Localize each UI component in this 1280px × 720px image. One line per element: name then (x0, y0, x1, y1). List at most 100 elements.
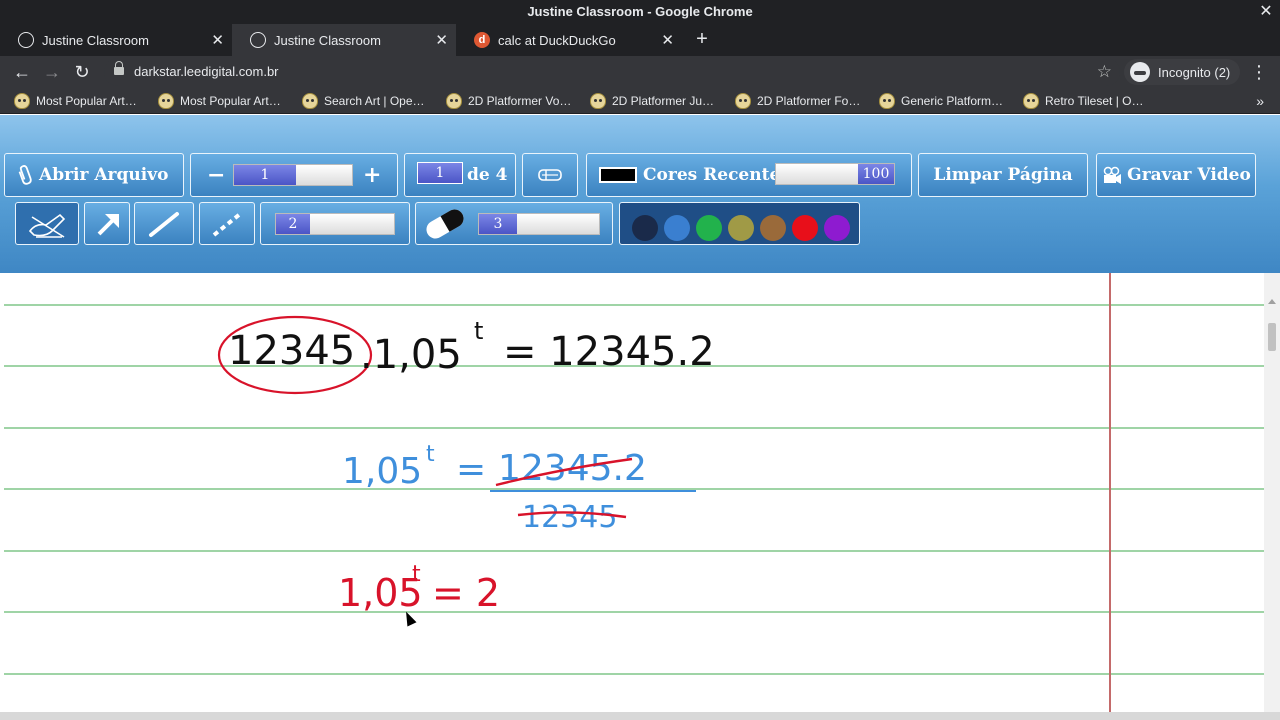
incognito-button[interactable]: Incognito (2) (1124, 59, 1241, 85)
page-current-value: 1 (418, 163, 462, 183)
whiteboard-canvas[interactable]: 12345 .1,05 t = 12345.2 1,05 t = 12345.2… (0, 273, 1264, 712)
zoom-value: 1 (234, 165, 296, 185)
palette-color-swatch[interactable] (728, 215, 754, 241)
vertical-scrollbar[interactable] (1264, 273, 1280, 712)
tab-label: Justine Classroom (42, 32, 149, 48)
incognito-label: Incognito (2) (1158, 64, 1231, 80)
tab-close-icon[interactable]: ✕ (435, 31, 448, 49)
duckduckgo-icon: d (474, 32, 490, 48)
record-video-label: Gravar Video (1127, 165, 1251, 185)
clear-page-label: Limpar Página (933, 165, 1073, 185)
palette-color-swatch[interactable] (792, 215, 818, 241)
bookmark-label: 2D Platformer Fo… (757, 94, 861, 108)
recent-colors-label: Cores Recentes (643, 165, 790, 185)
page-selector: 1 de 4 (404, 153, 516, 197)
eq2-equals: = (456, 449, 486, 490)
arrow-tool-button[interactable] (84, 202, 130, 245)
eq2-exponent: t (426, 442, 435, 467)
zoom-in-button[interactable]: + (363, 162, 381, 188)
bookmarks-overflow-icon[interactable]: » (1256, 88, 1264, 114)
bookmark-item[interactable]: Search Art | Ope… (302, 88, 425, 114)
palette-color-swatch[interactable] (760, 215, 786, 241)
line-tool-button[interactable] (134, 202, 194, 245)
horizontal-scrollbar[interactable] (0, 712, 1280, 720)
bookmark-item[interactable]: Most Popular Art… (158, 88, 281, 114)
eraser-pill-icon[interactable] (420, 204, 470, 244)
bookmark-item[interactable]: Most Popular Art… (14, 88, 137, 114)
browser-toolbar: ← → ↻ darkstar.leedigital.com.br ☆ Incog… (0, 56, 1280, 88)
skull-icon (158, 93, 174, 109)
eq2-denominator: 12345 (522, 500, 617, 535)
scroll-thumb[interactable] (1268, 323, 1276, 351)
skull-icon (735, 93, 751, 109)
window-close-icon[interactable]: ✕ (1256, 0, 1276, 24)
tab-label: calc at DuckDuckGo (498, 32, 616, 48)
pen-size-slider[interactable]: 2 (275, 213, 395, 235)
palette-color-swatch[interactable] (824, 215, 850, 241)
palette-color-swatch[interactable] (696, 215, 722, 241)
opacity-slider[interactable]: 100 (775, 163, 895, 185)
incognito-icon (1130, 62, 1150, 82)
page-total-label: de 4 (467, 165, 508, 185)
zoom-slider[interactable]: 1 (233, 164, 353, 186)
back-icon[interactable]: ← (10, 60, 34, 84)
open-file-button[interactable]: Abrir Arquivo (4, 153, 184, 197)
clear-page-button[interactable]: Limpar Página (918, 153, 1088, 197)
opacity-value: 100 (858, 164, 894, 184)
globe-icon (250, 32, 266, 48)
skull-icon (446, 93, 462, 109)
bookmark-item[interactable]: 2D Platformer Vo… (446, 88, 571, 114)
bookmark-label: 2D Platformer Vo… (468, 94, 572, 108)
eraser-size-slider[interactable]: 3 (478, 213, 600, 235)
bookmark-star-icon[interactable]: ☆ (1097, 58, 1112, 86)
skull-icon (879, 93, 895, 109)
bookmark-item[interactable]: 2D Platformer Ju… (590, 88, 714, 114)
pen-size-value: 2 (276, 214, 310, 234)
current-color-swatch[interactable] (599, 167, 637, 183)
bookmark-item[interactable]: Generic Platform… (879, 88, 1003, 114)
eq2-base: 1,05 (342, 451, 422, 492)
zoom-out-button[interactable]: − (207, 162, 225, 188)
eraser-size-control: 3 (415, 202, 613, 245)
bookmark-item[interactable]: 2D Platformer Fo… (735, 88, 860, 114)
bookmark-item[interactable]: Retro Tileset | O… (1023, 88, 1143, 114)
bookmark-label: Generic Platform… (901, 94, 1004, 108)
bookmark-label: 2D Platformer Ju… (612, 94, 715, 108)
tab-justine-2[interactable]: Justine Classroom ✕ (232, 24, 456, 56)
tab-close-icon[interactable]: ✕ (211, 31, 224, 49)
arrow-up-right-icon (97, 214, 119, 236)
eq1-base: .1,05 (360, 332, 462, 378)
window-title: Justine Classroom - Google Chrome (527, 4, 753, 19)
recent-colors-panel: Cores Recentes 100 (586, 153, 912, 197)
eq3-exponent: t (412, 562, 421, 587)
skull-icon (590, 93, 606, 109)
palette-color-swatch[interactable] (632, 215, 658, 241)
forward-icon[interactable]: → (40, 60, 64, 84)
new-tab-icon[interactable]: + (692, 24, 712, 56)
eraser-size-value: 3 (479, 214, 517, 234)
reload-icon[interactable]: ↻ (70, 60, 94, 84)
skull-icon (14, 93, 30, 109)
dashed-line-tool-button[interactable] (199, 202, 255, 245)
open-file-label: Abrir Arquivo (39, 165, 169, 185)
palette-color-swatch[interactable] (664, 215, 690, 241)
tab-close-icon[interactable]: ✕ (661, 31, 674, 49)
paperclip-icon (18, 165, 32, 185)
pen-mode-button[interactable] (15, 202, 79, 245)
line-icon (149, 212, 179, 237)
tab-duckduckgo[interactable]: d calc at DuckDuckGo ✕ (456, 24, 682, 56)
record-video-button[interactable]: Gravar Video (1096, 153, 1256, 197)
page-current-field[interactable]: 1 (417, 162, 463, 184)
bookmark-label: Retro Tileset | O… (1045, 94, 1144, 108)
tab-justine-1[interactable]: Justine Classroom ✕ (0, 24, 232, 56)
bookmark-label: Most Popular Art… (180, 94, 281, 108)
scroll-up-arrow-icon[interactable] (1268, 299, 1276, 304)
eraser-tool-button[interactable] (522, 153, 578, 197)
eq1-exponent: t (474, 317, 483, 345)
whiteboard-toolbar: Abrir Arquivo − 1 + 1 de 4 Cores Recente… (0, 115, 1280, 273)
pen-size-control: 2 (260, 202, 410, 245)
tab-strip: Justine Classroom ✕ Justine Classroom ✕ … (0, 24, 1280, 56)
hand-pen-icon (28, 213, 66, 238)
address-bar[interactable]: darkstar.leedigital.com.br ☆ (104, 58, 1120, 86)
chrome-menu-icon[interactable]: ⋮ (1250, 60, 1268, 84)
